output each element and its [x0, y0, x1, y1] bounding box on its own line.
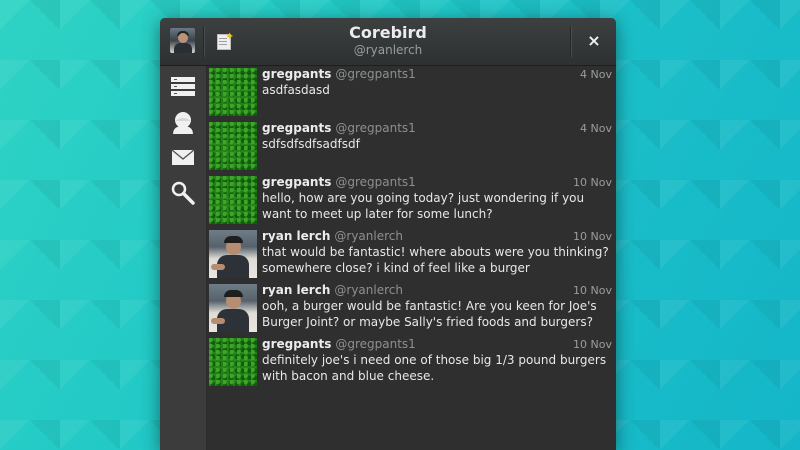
sidebar-item-mentions[interactable] — [170, 111, 196, 137]
tweet-item[interactable]: gregpants @gregpants1 10 Nov definitely j… — [207, 337, 616, 391]
tweet-date[interactable]: 4 Nov — [580, 122, 612, 135]
tweet-text: asdfasdasd — [262, 83, 330, 97]
tweet-item[interactable]: gregpants @gregpants1 4 Nov sdfsdfsdfsadf… — [207, 121, 616, 175]
corebird-window: ✦ Corebird @ryanlerch × gregpants @gregp… — [160, 18, 616, 450]
tweet-handle[interactable]: @gregpants1 — [335, 121, 415, 135]
tweet-item[interactable]: gregpants @gregpants1 4 Nov asdfasdasd — [207, 67, 616, 121]
search-icon — [171, 181, 195, 205]
tweet-author[interactable]: gregpants @gregpants1 — [262, 121, 416, 135]
tweet-date[interactable]: 10 Nov — [573, 284, 612, 297]
close-button[interactable]: × — [584, 31, 604, 51]
tweet-text: sdfsdfsdfsadfsdf — [262, 137, 360, 151]
tweet-date[interactable]: 10 Nov — [573, 176, 612, 189]
tweet-handle[interactable]: @ryanlerch — [334, 229, 403, 243]
tweet-text: definitely joe's i need one of those big… — [262, 353, 607, 383]
sidebar — [160, 66, 207, 450]
avatar[interactable] — [209, 230, 257, 278]
envelope-icon — [171, 149, 195, 165]
tweet-author[interactable]: gregpants @gregpants1 — [262, 67, 416, 81]
tweet-author[interactable]: ryan lerch @ryanlerch — [262, 229, 403, 243]
tweet-text: hello, how are you going today? just won… — [262, 191, 585, 221]
user-icon — [173, 112, 193, 134]
tweet-item[interactable]: gregpants @gregpants1 10 Nov hello, how a… — [207, 175, 616, 229]
tweet-item[interactable]: ryan lerch @ryanlerch 10 Nov ooh, a burge… — [207, 283, 616, 337]
tweet-date[interactable]: 10 Nov — [573, 338, 612, 351]
avatar[interactable] — [209, 338, 257, 386]
tweet-author[interactable]: gregpants @gregpants1 — [262, 337, 416, 351]
tweet-handle[interactable]: @gregpants1 — [335, 67, 415, 81]
avatar[interactable] — [209, 122, 257, 170]
tweet-date[interactable]: 4 Nov — [580, 68, 612, 81]
tweet-author[interactable]: gregpants @gregpants1 — [262, 175, 416, 189]
window-subtitle: @ryanlerch — [353, 43, 423, 57]
tweet-text: that would be fantastic! where abouts we… — [262, 245, 609, 275]
window-title: Corebird — [349, 23, 427, 42]
sidebar-item-messages[interactable] — [170, 146, 196, 172]
tweet-text: ooh, a burger would be fantastic! Are yo… — [262, 299, 597, 329]
avatar[interactable] — [209, 284, 257, 332]
sidebar-item-timeline[interactable] — [170, 76, 196, 102]
tweet-handle[interactable]: @gregpants1 — [335, 175, 415, 189]
header-bar: ✦ Corebird @ryanlerch × — [160, 18, 616, 66]
avatar[interactable] — [209, 176, 257, 224]
tweet-item[interactable]: ryan lerch @ryanlerch 10 Nov that would b… — [207, 229, 616, 283]
sidebar-item-search[interactable] — [170, 180, 196, 206]
tweet-date[interactable]: 10 Nov — [573, 230, 612, 243]
tweet-handle[interactable]: @gregpants1 — [335, 337, 415, 351]
header-separator — [570, 26, 571, 57]
tweet-author[interactable]: ryan lerch @ryanlerch — [262, 283, 403, 297]
tweet-list: gregpants @gregpants1 4 Nov asdfasdasd gr… — [207, 66, 616, 450]
avatar[interactable] — [209, 68, 257, 116]
stream-icon — [171, 77, 195, 96]
tweet-handle[interactable]: @ryanlerch — [334, 283, 403, 297]
